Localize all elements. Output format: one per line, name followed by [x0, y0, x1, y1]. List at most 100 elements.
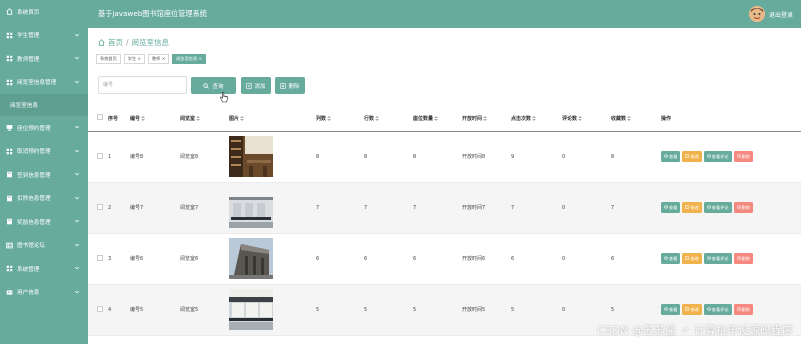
home-icon — [6, 8, 13, 15]
row-checkbox[interactable] — [97, 254, 103, 261]
view-comments-button[interactable]: 查看评论 — [703, 304, 732, 315]
sidebar-item-label: 学生管理 — [17, 33, 40, 40]
sidebar-item-2[interactable]: 教师管理 — [0, 47, 88, 71]
sidebar-item-6[interactable]: 取消预约管理 — [0, 140, 88, 164]
cell-clicks: 6 — [511, 255, 515, 262]
view-button[interactable]: 查看 — [661, 253, 681, 264]
cell-code: 编号6 — [130, 256, 144, 262]
cell-seats: 8 — [413, 153, 417, 160]
view-comments-button[interactable]: 查看评论 — [703, 151, 732, 162]
view-comments-button[interactable]: 查看评论 — [703, 253, 732, 264]
row-checkbox[interactable] — [97, 203, 103, 210]
sort-icon[interactable] — [532, 115, 537, 121]
table-header-row: 序号 编号 阅览室 图片 列数 行数 座位数量 开放时间 点击次数 评论数 收藏… — [88, 106, 801, 132]
sidebar-item-10[interactable]: 图书馆论坛 — [0, 234, 88, 258]
avatar[interactable] — [749, 6, 765, 22]
query-button[interactable]: 查询 — [191, 77, 236, 94]
edit-icon — [685, 307, 690, 311]
chevron-down-icon — [74, 243, 80, 246]
sidebar-item-8[interactable]: 扣除信息管理 — [0, 187, 88, 211]
sort-icon[interactable] — [196, 115, 201, 121]
sort-icon[interactable] — [483, 115, 488, 121]
edit-icon — [685, 154, 690, 158]
view-comments-button[interactable]: 查看评论 — [703, 202, 732, 213]
delete-button[interactable]: 删除 — [733, 304, 753, 315]
sidebar-item-3[interactable]: 阅览室信息管理 — [0, 71, 88, 95]
view-button[interactable]: 查看 — [661, 304, 681, 315]
eye-icon — [663, 154, 669, 158]
reading-room-photo[interactable] — [229, 187, 273, 228]
reading-room-photo[interactable] — [229, 289, 273, 330]
view-button[interactable]: 查看 — [661, 151, 681, 162]
sort-icon[interactable] — [240, 115, 245, 121]
col-code[interactable]: 编号 — [130, 116, 140, 122]
delete-label: 删除 — [741, 154, 750, 159]
edit-button[interactable]: 修改 — [682, 202, 702, 213]
edit-label: 修改 — [690, 154, 699, 159]
sidebar-subitem-reading-room-info[interactable]: 阅览室信息 — [0, 94, 88, 116]
col-seats[interactable]: 座位数量 — [413, 116, 433, 122]
sidebar-item-5[interactable]: 座位预约管理 — [0, 116, 88, 140]
sort-icon[interactable] — [375, 115, 380, 121]
col-rows[interactable]: 行数 — [364, 116, 374, 122]
logout-link[interactable]: 退出登录 — [769, 10, 793, 19]
cell-code: 编号8 — [130, 154, 144, 160]
sort-icon[interactable] — [578, 115, 583, 121]
cell-seats: 6 — [413, 255, 417, 262]
cell-seats: 5 — [413, 306, 417, 313]
cell-columns: 7 — [316, 204, 320, 211]
sort-icon[interactable] — [327, 115, 332, 121]
breadcrumb-home[interactable]: 首页 — [108, 37, 123, 48]
edit-button[interactable]: 修改 — [682, 304, 702, 315]
delete-button[interactable]: 删除 — [733, 202, 753, 213]
col-open-time[interactable]: 开放时间 — [462, 116, 482, 122]
cell-columns: 8 — [316, 153, 320, 160]
reading-room-photo[interactable] — [229, 136, 273, 177]
batch-delete-button[interactable]: 删除 — [275, 77, 305, 94]
watermark: CSDN @苏苏酱 〃 计算机毕设源码程序 — [597, 324, 793, 337]
add-button[interactable]: 添加 — [241, 77, 271, 94]
table-icon — [6, 242, 13, 249]
grid-icon — [6, 55, 13, 62]
edit-button[interactable]: 修改 — [682, 151, 702, 162]
sidebar-item-1[interactable]: 学生管理 — [0, 24, 88, 48]
sort-icon[interactable] — [141, 115, 146, 121]
search-input[interactable]: 编号 — [98, 76, 187, 94]
book-icon — [6, 171, 13, 178]
add-icon — [246, 82, 253, 89]
sort-icon[interactable] — [627, 115, 632, 121]
tab-home[interactable]: 系统首页 — [96, 54, 121, 64]
col-clicks[interactable]: 点击次数 — [511, 116, 531, 122]
edit-label: 修改 — [690, 256, 699, 261]
query-label: 查询 — [212, 83, 224, 90]
eye-icon — [706, 154, 711, 158]
sidebar-item-label: 奖励信息管理 — [17, 219, 51, 226]
sidebar-item-9[interactable]: 奖励信息管理 — [0, 210, 88, 234]
delete-button[interactable]: 删除 — [733, 253, 753, 264]
row-checkbox[interactable] — [97, 152, 103, 159]
grid-icon — [6, 148, 13, 155]
tab-reading-room[interactable]: 阅览室信息 × — [172, 54, 206, 64]
edit-button[interactable]: 修改 — [682, 253, 702, 264]
col-comments[interactable]: 评论数 — [562, 116, 577, 122]
cell-room: 阅览室5 — [180, 307, 199, 313]
tab-student[interactable]: 学生 × — [123, 54, 145, 64]
cell-rows: 6 — [364, 255, 368, 262]
select-all-checkbox[interactable] — [97, 114, 103, 121]
sort-icon[interactable] — [434, 115, 439, 121]
col-room[interactable]: 阅览室 — [180, 116, 195, 122]
col-favorites[interactable]: 收藏数 — [611, 116, 626, 122]
delete-button[interactable]: 删除 — [733, 151, 753, 162]
sidebar-item-7[interactable]: 签到信息管理 — [0, 163, 88, 187]
sidebar-item-0[interactable]: 系统首页 — [0, 0, 88, 24]
reading-room-photo[interactable] — [229, 238, 273, 279]
col-columns[interactable]: 列数 — [316, 116, 326, 122]
row-checkbox[interactable] — [97, 305, 103, 312]
view-button[interactable]: 查看 — [661, 202, 681, 213]
sidebar-item-11[interactable]: 系统管理 — [0, 257, 88, 281]
cell-rows: 5 — [364, 306, 368, 313]
sidebar-item-12[interactable]: 用户信息 — [0, 281, 88, 305]
col-image[interactable]: 图片 — [229, 116, 239, 122]
chevron-down-icon — [74, 125, 80, 129]
tab-teacher[interactable]: 教师 × — [147, 54, 170, 64]
